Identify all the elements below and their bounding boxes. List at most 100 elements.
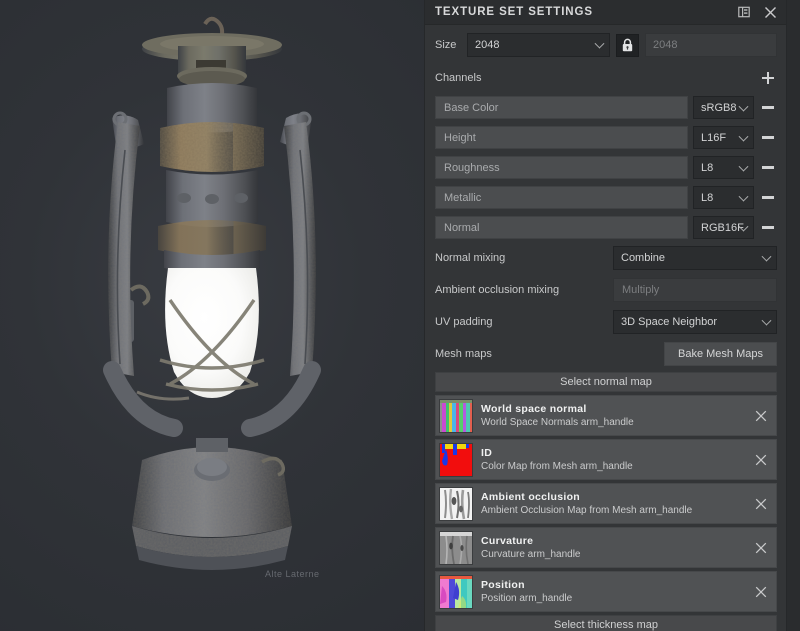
channel-format-select[interactable]: L16F — [693, 126, 754, 149]
mesh-map-subtitle: Ambient Occlusion Map from Mesh arm_hand… — [481, 504, 693, 516]
channel-row: Roughness L8 — [435, 156, 777, 179]
texture-set-settings-panel: TEXTURE SET SETTINGS Size 2048 2048 Chan… — [424, 0, 800, 631]
chevron-down-icon — [594, 38, 605, 49]
size-row: Size 2048 2048 — [435, 33, 777, 57]
position-thumbnail — [439, 574, 473, 609]
chevron-down-icon — [761, 251, 772, 262]
channel-name[interactable]: Metallic — [435, 186, 688, 209]
channel-format-value: L8 — [701, 191, 714, 204]
svg-text:Alte Laterne: Alte Laterne — [265, 569, 320, 579]
mesh-maps-list: Select normal map World space normal Wor… — [425, 372, 787, 631]
list-item[interactable]: Ambient occlusion Ambient Occlusion Map … — [435, 483, 777, 524]
chevron-down-icon — [738, 101, 749, 112]
select-thickness-map-button[interactable]: Select thickness map — [435, 615, 777, 631]
lantern-model: Alte Laterne — [103, 16, 321, 579]
bake-mesh-maps-label: Bake Mesh Maps — [678, 348, 763, 360]
select-normal-map-label: Select normal map — [560, 376, 652, 388]
remove-channel-button[interactable] — [759, 219, 777, 237]
channel-row: Normal RGB16F — [435, 216, 777, 239]
list-item-text: Curvature Curvature arm_handle — [473, 534, 748, 562]
remove-mesh-map-icon[interactable] — [748, 447, 774, 473]
id-map-thumbnail — [439, 442, 473, 477]
normal-mixing-label: Normal mixing — [435, 252, 506, 264]
select-thickness-map-label: Select thickness map — [554, 619, 658, 631]
normal-mixing-value: Combine — [621, 252, 666, 264]
size-locked-field: 2048 — [645, 33, 777, 57]
mesh-map-subtitle: Color Map from Mesh arm_handle — [481, 460, 633, 472]
chevron-down-icon — [738, 191, 749, 202]
substance-painter-window: Alte Laterne TEXTURE SET SETTINGS Size 2… — [0, 0, 800, 631]
3d-viewport[interactable]: Alte Laterne — [0, 0, 424, 631]
mesh-map-subtitle: Position arm_handle — [481, 592, 573, 604]
remove-channel-button[interactable] — [759, 129, 777, 147]
channel-name[interactable]: Roughness — [435, 156, 688, 179]
channel-format-select[interactable]: RGB16F — [693, 216, 754, 239]
channels-header: Channels — [435, 67, 777, 89]
size-lock-toggle[interactable] — [616, 33, 639, 57]
panel-layout-icon[interactable] — [731, 0, 757, 24]
channel-row: Height L16F — [435, 126, 777, 149]
list-item-text: World space normal World Space Normals a… — [473, 402, 748, 430]
channels-label: Channels — [435, 72, 482, 84]
ao-mixing-label: Ambient occlusion mixing — [435, 284, 560, 296]
channel-format-value: sRGB8 — [701, 101, 737, 114]
mesh-map-title: Ambient occlusion — [481, 490, 581, 503]
list-item-text: Position Position arm_handle — [473, 578, 748, 606]
mesh-map-title: Curvature — [481, 534, 534, 547]
ao-mixing-value: Multiply — [622, 284, 660, 296]
add-channel-button[interactable] — [759, 69, 777, 87]
remove-mesh-map-icon[interactable] — [748, 535, 774, 561]
mesh-map-title: ID — [481, 446, 493, 459]
bake-mesh-maps-button[interactable]: Bake Mesh Maps — [664, 342, 777, 366]
ambient-occlusion-thumbnail — [439, 486, 473, 521]
mesh-map-subtitle: Curvature arm_handle — [481, 548, 581, 560]
channel-row: Base Color sRGB8 — [435, 96, 777, 119]
channel-format-select[interactable]: L8 — [693, 156, 754, 179]
list-item[interactable]: ID Color Map from Mesh arm_handle — [435, 439, 777, 480]
uv-padding-row: UV padding 3D Space Neighbor — [435, 310, 777, 334]
channel-format-select[interactable]: L8 — [693, 186, 754, 209]
list-item[interactable]: Position Position arm_handle — [435, 571, 777, 612]
remove-channel-button[interactable] — [759, 159, 777, 177]
channel-format-value: RGB16F — [701, 221, 744, 234]
chevron-down-icon — [738, 131, 749, 142]
size-label: Size — [435, 39, 457, 51]
remove-channel-button[interactable] — [759, 189, 777, 207]
uv-padding-value: 3D Space Neighbor — [621, 316, 718, 328]
remove-mesh-map-icon[interactable] — [748, 403, 774, 429]
curvature-thumbnail — [439, 530, 473, 565]
channel-name[interactable]: Base Color — [435, 96, 688, 119]
uv-padding-select[interactable]: 3D Space Neighbor — [613, 310, 777, 334]
size-locked-value: 2048 — [653, 39, 678, 51]
lock-closed-icon — [622, 38, 633, 52]
chevron-down-icon — [761, 315, 772, 326]
mesh-maps-row: Mesh maps Bake Mesh Maps — [435, 342, 777, 366]
list-item[interactable]: Curvature Curvature arm_handle — [435, 527, 777, 568]
channels-list: Base Color sRGB8 Height L16F Roughness L… — [435, 96, 777, 239]
channel-format-select[interactable]: sRGB8 — [693, 96, 754, 119]
channel-name[interactable]: Normal — [435, 216, 688, 239]
mesh-map-title: Position — [481, 578, 525, 591]
list-item[interactable]: World space normal World Space Normals a… — [435, 395, 777, 436]
mesh-map-title: World space normal — [481, 402, 587, 415]
channel-format-value: L16F — [701, 131, 727, 144]
normal-mixing-row: Normal mixing Combine — [435, 246, 777, 270]
panel-title: TEXTURE SET SETTINGS — [435, 6, 593, 18]
normal-mixing-select[interactable]: Combine — [613, 246, 777, 270]
uv-padding-label: UV padding — [435, 316, 493, 328]
size-select[interactable]: 2048 — [467, 33, 610, 57]
remove-mesh-map-icon[interactable] — [748, 491, 774, 517]
mesh-map-subtitle: World Space Normals arm_handle — [481, 416, 634, 428]
channel-format-value: L8 — [701, 161, 714, 174]
remove-channel-button[interactable] — [759, 99, 777, 117]
panel-right-edge — [786, 0, 800, 631]
mesh-maps-label: Mesh maps — [435, 348, 492, 360]
close-icon[interactable] — [757, 0, 783, 24]
channel-row: Metallic L8 — [435, 186, 777, 209]
select-normal-map-button[interactable]: Select normal map — [435, 372, 777, 392]
channel-name[interactable]: Height — [435, 126, 688, 149]
ao-mixing-value-disabled: Multiply — [613, 278, 777, 302]
size-select-value: 2048 — [475, 39, 500, 51]
remove-mesh-map-icon[interactable] — [748, 579, 774, 605]
chevron-down-icon — [738, 161, 749, 172]
